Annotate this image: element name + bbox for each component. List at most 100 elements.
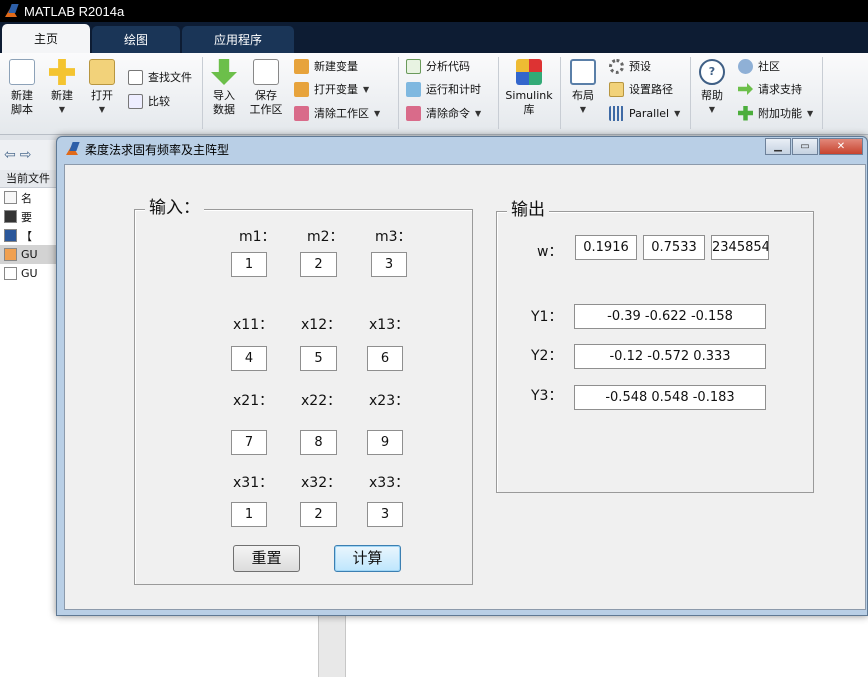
tab-home[interactable]: 主页 bbox=[2, 24, 91, 53]
background-panel bbox=[346, 610, 868, 677]
m3-field[interactable]: 3 bbox=[371, 252, 407, 277]
m2-field[interactable]: 2 bbox=[300, 252, 337, 277]
close-icon[interactable]: ✕ bbox=[819, 138, 863, 155]
list-item[interactable]: GU bbox=[0, 245, 60, 264]
clear-workspace-button[interactable]: 清除工作区 ▼ bbox=[294, 103, 380, 123]
run-and-time-button[interactable]: 运行和计时 bbox=[406, 79, 481, 99]
new-script-button[interactable]: 新建 脚本 bbox=[2, 59, 42, 117]
simulink-library-button[interactable]: Simulink 库 bbox=[505, 59, 553, 117]
x22-field[interactable]: 8 bbox=[300, 430, 337, 455]
chevron-down-icon: ▼ bbox=[807, 108, 814, 118]
x21-field[interactable]: 7 bbox=[231, 430, 267, 455]
chevron-down-icon: ▼ bbox=[475, 108, 482, 118]
m2-label: m2： bbox=[307, 229, 344, 245]
x23-label: x23： bbox=[369, 393, 410, 409]
open-button[interactable]: 打开 ▼ bbox=[82, 59, 122, 117]
ribbon-separator bbox=[560, 57, 561, 129]
add-ons-button[interactable]: 附加功能 ▼ bbox=[738, 103, 813, 123]
open-variable-icon bbox=[294, 81, 309, 97]
dialog-title-bar[interactable]: 柔度法求固有频率及主阵型 bbox=[57, 137, 867, 161]
y2-field[interactable]: -0.12 -0.572 0.333 bbox=[574, 344, 766, 369]
y1-label: Y1： bbox=[531, 309, 563, 325]
parallel-icon bbox=[609, 105, 624, 121]
parallel-button[interactable]: Parallel ▼ bbox=[609, 103, 680, 123]
x11-field[interactable]: 4 bbox=[231, 346, 267, 371]
background-panel bbox=[60, 610, 318, 677]
find-files-button[interactable]: 查找文件 bbox=[128, 67, 192, 87]
minimize-icon[interactable]: ▁ bbox=[765, 138, 791, 155]
import-data-button[interactable]: 导入 数据 bbox=[204, 59, 244, 117]
output-panel-title: 输出 bbox=[507, 200, 549, 220]
community-button[interactable]: 社区 bbox=[738, 56, 780, 76]
dialog-client-area: 输入： m1： m2： m3： 1 2 3 x11： x12： x13： 4 5… bbox=[64, 164, 866, 610]
compute-button[interactable]: 计算 bbox=[334, 545, 401, 572]
back-arrow-icon[interactable]: ⇦ bbox=[4, 147, 16, 163]
save-workspace-button[interactable]: 保存 工作区 bbox=[246, 59, 286, 117]
import-arrow-icon bbox=[211, 59, 237, 85]
list-item[interactable]: GU bbox=[0, 264, 60, 283]
ribbon-toolstrip: 新建 脚本 新建 ▼ 打开 ▼ 查找文件 比较 导入 数据 保存 工作区 新建变… bbox=[0, 53, 868, 135]
matlab-title-bar: MATLAB R2014a bbox=[0, 0, 868, 22]
x32-field[interactable]: 2 bbox=[300, 502, 337, 527]
layout-button[interactable]: 布局 ▼ bbox=[563, 59, 603, 117]
simulink-icon bbox=[516, 59, 542, 85]
matlab-logo-icon bbox=[65, 142, 79, 156]
output-panel: 输出 w： 0.1916 0.7533 23458546 Y1： -0.39 -… bbox=[496, 200, 814, 493]
set-path-button[interactable]: 设置路径 bbox=[609, 79, 673, 99]
list-item[interactable]: 要 bbox=[0, 207, 60, 226]
maximize-icon[interactable]: ▭ bbox=[792, 138, 818, 155]
compare-icon bbox=[128, 93, 143, 109]
window-title: MATLAB R2014a bbox=[24, 3, 125, 19]
chevron-down-icon: ▼ bbox=[374, 108, 381, 118]
x21-label: x21： bbox=[233, 393, 274, 409]
help-button[interactable]: ? 帮助 ▼ bbox=[692, 59, 732, 117]
matlab-logo-icon bbox=[4, 4, 18, 18]
new-variable-icon bbox=[294, 58, 309, 74]
navigation-bar: ⇦ ⇨ bbox=[0, 140, 60, 170]
forward-arrow-icon[interactable]: ⇨ bbox=[20, 147, 32, 163]
tab-apps[interactable]: 应用程序 bbox=[182, 26, 295, 53]
gear-icon bbox=[609, 58, 624, 74]
x33-field[interactable]: 3 bbox=[367, 502, 403, 527]
analyze-code-button[interactable]: 分析代码 bbox=[406, 56, 470, 76]
x12-label: x12： bbox=[301, 317, 342, 333]
w1-field[interactable]: 0.1916 bbox=[575, 235, 637, 260]
analyze-code-icon bbox=[406, 58, 421, 74]
new-button[interactable]: 新建 ▼ bbox=[42, 59, 82, 117]
clear-commands-button[interactable]: 清除命令 ▼ bbox=[406, 103, 481, 123]
request-support-button[interactable]: 请求支持 bbox=[738, 79, 802, 99]
layout-icon bbox=[570, 59, 596, 85]
y3-field[interactable]: -0.548 0.548 -0.183 bbox=[574, 385, 766, 410]
new-variable-button[interactable]: 新建变量 bbox=[294, 56, 358, 76]
x13-label: x13： bbox=[369, 317, 410, 333]
w-label: w： bbox=[537, 244, 563, 260]
list-item[interactable]: 名 bbox=[0, 188, 60, 207]
preferences-button[interactable]: 预设 bbox=[609, 56, 651, 76]
x13-field[interactable]: 6 bbox=[367, 346, 403, 371]
chevron-down-icon: ▼ bbox=[58, 105, 66, 114]
m3-label: m3： bbox=[375, 229, 412, 245]
w3-field[interactable]: 23458546 bbox=[711, 235, 769, 260]
find-files-icon bbox=[128, 69, 143, 85]
help-icon: ? bbox=[699, 59, 725, 85]
reset-button[interactable]: 重置 bbox=[233, 545, 300, 572]
word-file-icon bbox=[4, 229, 17, 242]
x23-field[interactable]: 9 bbox=[367, 430, 403, 455]
file-icon bbox=[4, 210, 17, 223]
x31-field[interactable]: 1 bbox=[231, 502, 267, 527]
y1-field[interactable]: -0.39 -0.622 -0.158 bbox=[574, 304, 766, 329]
tab-plots[interactable]: 绘图 bbox=[92, 26, 181, 53]
list-item[interactable]: 【 bbox=[0, 226, 60, 245]
x22-label: x22： bbox=[301, 393, 342, 409]
set-path-icon bbox=[609, 81, 624, 97]
w2-field[interactable]: 0.7533 bbox=[643, 235, 705, 260]
x33-label: x33： bbox=[369, 475, 410, 491]
m1-label: m1： bbox=[239, 229, 276, 245]
open-variable-button[interactable]: 打开变量 ▼ bbox=[294, 79, 369, 99]
compare-button[interactable]: 比较 bbox=[128, 91, 170, 111]
x31-label: x31： bbox=[233, 475, 274, 491]
x12-field[interactable]: 5 bbox=[300, 346, 337, 371]
m1-field[interactable]: 1 bbox=[231, 252, 267, 277]
dialog-title: 柔度法求固有频率及主阵型 bbox=[85, 142, 230, 157]
y3-label: Y3： bbox=[531, 388, 563, 404]
